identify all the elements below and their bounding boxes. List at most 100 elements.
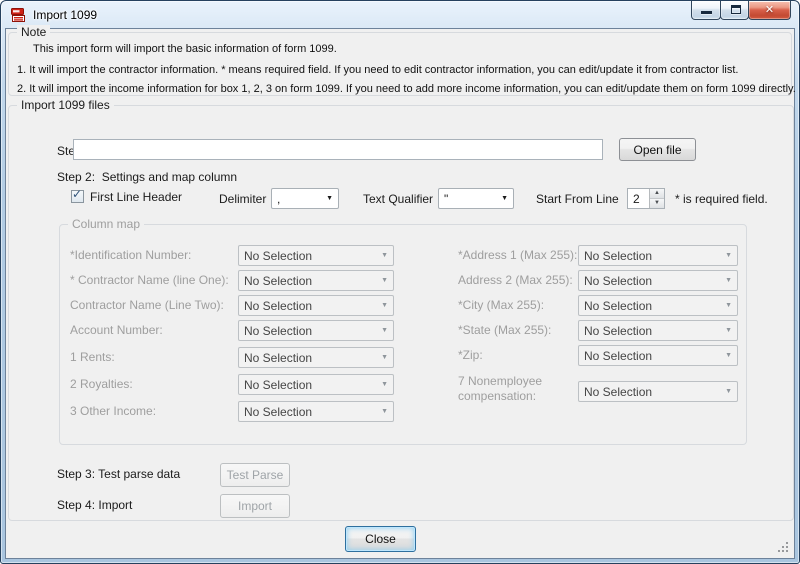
test-parse-button[interactable]: Test Parse — [220, 463, 290, 487]
contractor-name-line2-select[interactable]: No Selection ▼ — [238, 295, 394, 316]
contractor-name-line2-label: Contractor Name (Line Two): — [70, 298, 224, 312]
select-value: No Selection — [584, 274, 652, 288]
note-line: 1. It will import the contractor informa… — [17, 64, 738, 76]
chevron-down-icon: ▼ — [381, 277, 388, 284]
contractor-name-line1-select[interactable]: No Selection ▼ — [238, 270, 394, 291]
chevron-down-icon: ▼ — [326, 195, 333, 202]
address1-label: *Address 1 (Max 255): — [458, 248, 577, 262]
first-line-header-label: First Line Header — [90, 190, 182, 204]
titlebar[interactable]: Import 1099 ✕ — [1, 1, 799, 28]
minimize-button[interactable] — [691, 1, 721, 20]
royalties-select[interactable]: No Selection ▼ — [238, 374, 394, 395]
maximize-icon — [731, 5, 741, 14]
rents-select[interactable]: No Selection ▼ — [238, 347, 394, 368]
select-value: No Selection — [244, 249, 312, 263]
other-income-label: 3 Other Income: — [70, 404, 156, 418]
minimize-icon — [701, 11, 712, 14]
address2-label: Address 2 (Max 255): — [458, 273, 573, 287]
start-from-line-value[interactable]: 2 — [633, 192, 640, 206]
checkbox-icon: ✓ — [71, 190, 84, 203]
import-files-group: Import 1099 files Step 1: Open file Step… — [8, 105, 794, 521]
city-select[interactable]: No Selection ▼ — [578, 295, 738, 316]
select-value: No Selection — [244, 274, 312, 288]
address2-select[interactable]: No Selection ▼ — [578, 270, 738, 291]
select-value: No Selection — [584, 299, 652, 313]
city-label: *City (Max 255): — [458, 298, 544, 312]
chevron-down-icon: ▼ — [725, 277, 732, 284]
chevron-down-icon: ▼ — [725, 327, 732, 334]
close-window-button[interactable]: ✕ — [748, 1, 791, 20]
import-files-legend: Import 1099 files — [17, 98, 114, 112]
delimiter-select[interactable]: , ▼ — [271, 188, 339, 209]
select-value: No Selection — [584, 385, 652, 399]
account-number-label: Account Number: — [70, 323, 163, 337]
chevron-down-icon: ▼ — [381, 252, 388, 259]
zip-select[interactable]: No Selection ▼ — [578, 345, 738, 366]
royalties-label: 2 Royalties: — [70, 377, 133, 391]
delimiter-label: Delimiter — [219, 192, 266, 206]
text-qualifier-label: Text Qualifier — [363, 192, 433, 206]
import-button[interactable]: Import — [220, 494, 290, 518]
chevron-down-icon: ▼ — [725, 388, 732, 395]
spinner-down-button[interactable]: ▼ — [650, 199, 664, 208]
start-from-line-label: Start From Line — [536, 192, 619, 206]
state-select[interactable]: No Selection ▼ — [578, 320, 738, 341]
nonemployee-compensation-select[interactable]: No Selection ▼ — [578, 381, 738, 402]
select-value: No Selection — [244, 351, 312, 365]
spinner-up-icon: ▲ — [654, 190, 660, 196]
close-button[interactable]: Close — [345, 526, 416, 552]
address1-select[interactable]: No Selection ▼ — [578, 245, 738, 266]
column-map-group: Column map *Identification Number: No Se… — [59, 224, 747, 445]
step4-label: Step 4: Import — [57, 498, 132, 512]
rents-label: 1 Rents: — [70, 350, 115, 364]
note-legend: Note — [17, 25, 50, 39]
account-number-select[interactable]: No Selection ▼ — [238, 320, 394, 341]
chevron-down-icon: ▼ — [725, 302, 732, 309]
chevron-down-icon: ▼ — [501, 195, 508, 202]
chevron-down-icon: ▼ — [725, 352, 732, 359]
identification-number-select[interactable]: No Selection ▼ — [238, 245, 394, 266]
select-value: No Selection — [584, 324, 652, 338]
chevron-down-icon: ▼ — [381, 302, 388, 309]
step3-label: Step 3: Test parse data — [57, 467, 180, 481]
other-income-select[interactable]: No Selection ▼ — [238, 401, 394, 422]
app-icon — [11, 7, 27, 23]
select-value: No Selection — [584, 349, 652, 363]
window-title: Import 1099 — [33, 8, 97, 22]
chevron-down-icon: ▼ — [381, 408, 388, 415]
close-icon: ✕ — [749, 3, 790, 16]
import-1099-window: Import 1099 ✕ Note This import form will… — [0, 0, 800, 564]
text-qualifier-select[interactable]: " ▼ — [438, 188, 514, 209]
delimiter-value: , — [277, 192, 280, 206]
identification-number-label: *Identification Number: — [70, 248, 191, 262]
note-line: This import form will import the basic i… — [33, 43, 337, 55]
nonemployee-compensation-label: 7 Nonemployee compensation: — [458, 374, 572, 404]
start-from-line-spinner: 2 ▲ ▼ — [627, 188, 665, 209]
maximize-button[interactable] — [720, 1, 749, 20]
spinner-up-button[interactable]: ▲ — [650, 189, 664, 199]
checkmark-icon: ✓ — [72, 187, 82, 201]
window-controls: ✕ — [692, 1, 791, 20]
zip-label: *Zip: — [458, 348, 483, 362]
text-qualifier-value: " — [444, 192, 448, 206]
resize-grip[interactable] — [778, 542, 790, 554]
select-value: No Selection — [244, 324, 312, 338]
note-group: Note This import form will import the ba… — [8, 32, 792, 96]
open-file-button[interactable]: Open file — [619, 138, 696, 161]
select-value: No Selection — [244, 405, 312, 419]
column-map-legend: Column map — [68, 217, 144, 231]
select-value: No Selection — [584, 249, 652, 263]
note-line: 2. It will import the income information… — [17, 83, 796, 95]
step2-label: Step 2: Settings and map column — [57, 170, 237, 184]
chevron-down-icon: ▼ — [381, 327, 388, 334]
dialog-body: Note This import form will import the ba… — [5, 28, 795, 559]
first-line-header-checkbox[interactable]: ✓ First Line Header — [71, 189, 182, 204]
chevron-down-icon: ▼ — [725, 252, 732, 259]
chevron-down-icon: ▼ — [381, 354, 388, 361]
chevron-down-icon: ▼ — [381, 381, 388, 388]
required-field-note: * is required field. — [675, 192, 768, 206]
spinner-buttons: ▲ ▼ — [649, 189, 664, 208]
state-label: *State (Max 255): — [458, 323, 551, 337]
contractor-name-line1-label: * Contractor Name (line One): — [70, 273, 229, 287]
file-path-input[interactable] — [73, 139, 603, 160]
